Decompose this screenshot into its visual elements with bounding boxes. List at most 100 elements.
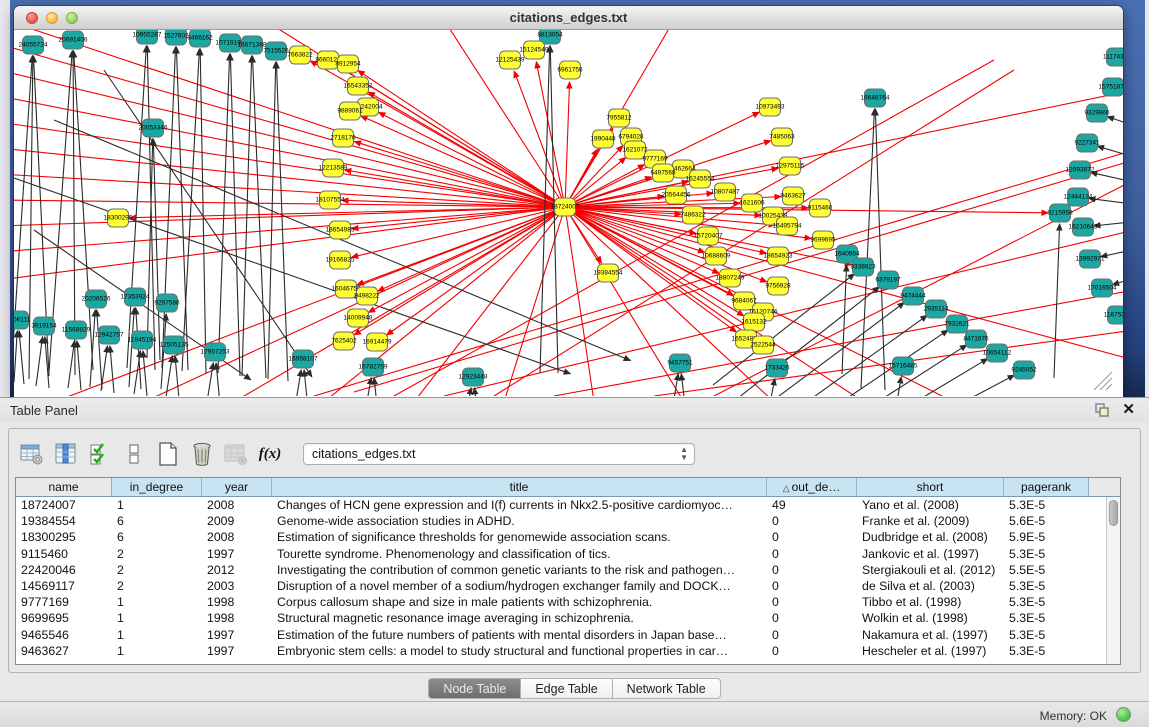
table-row[interactable]: 969969511998Structural magnetic resonanc… <box>16 610 1120 626</box>
graph-node-label: 7625402 <box>331 338 357 345</box>
graph-node-label: 18654923 <box>764 253 793 260</box>
table-row[interactable]: 946362711997Embryonic stem cells: a mode… <box>16 643 1120 659</box>
graph-edge <box>14 96 565 207</box>
tab-network-table[interactable]: Network Table <box>613 678 721 699</box>
graph-node-label: 9457751 <box>667 360 693 367</box>
cell-short: Dudbridge et al. (2008) <box>857 529 1004 545</box>
column-header-in_degree[interactable]: in_degree <box>112 478 202 496</box>
graph-node-label: 10973493 <box>756 104 785 111</box>
graph-edge <box>857 359 988 396</box>
graph-node-label: 12505135 <box>160 342 189 349</box>
table-row[interactable]: 946554611997Estimation of the future num… <box>16 627 1120 643</box>
table-row[interactable]: 911546021997Tourette syndrome. Phenomeno… <box>16 546 1120 562</box>
column-header-out_de[interactable]: △out_de… <box>767 478 857 496</box>
graph-node-label: 10807487 <box>711 189 740 196</box>
cell-in_degree: 1 <box>112 497 202 513</box>
table-row[interactable]: 1938455462009Genome-wide association stu… <box>16 513 1120 529</box>
memory-status-label: Memory: OK <box>1040 709 1107 723</box>
close-panel-icon[interactable]: ✕ <box>1122 400 1135 418</box>
node-attribute-table: namein_degreeyeartitle△out_de…shortpager… <box>15 477 1121 665</box>
sort-ascending-icon: △ <box>783 483 790 493</box>
tab-node-table[interactable]: Node Table <box>428 678 521 699</box>
cell-year: 1997 <box>202 627 272 643</box>
scrollbar-thumb[interactable] <box>1109 500 1118 526</box>
cell-in_degree: 1 <box>112 627 202 643</box>
graph-edge <box>77 341 81 390</box>
cell-name: 22420046 <box>16 562 112 578</box>
graph-edge <box>1113 272 1123 285</box>
cell-name: 18724007 <box>16 497 112 513</box>
tab-edge-table[interactable]: Edge Table <box>521 678 612 699</box>
unselect-all-icon[interactable] <box>119 440 149 468</box>
graph-node-label: 16210643 <box>1069 224 1098 231</box>
select-all-icon[interactable] <box>85 440 115 468</box>
graph-edge <box>143 351 147 396</box>
graph-edge <box>465 388 471 396</box>
trash-icon[interactable] <box>187 440 217 468</box>
table-row[interactable]: 1872400712008Changes of HCN gene express… <box>16 497 1120 513</box>
graph-node-label: 19166825 <box>326 257 355 264</box>
graph-node-label: 12213589 <box>319 165 348 172</box>
network-window-titlebar[interactable]: citations_edges.txt <box>14 6 1123 30</box>
graph-node-label: 16958107 <box>289 356 318 363</box>
graph-edge <box>565 82 570 207</box>
new-file-icon[interactable] <box>153 440 183 468</box>
table-panel-titlebar: Table Panel ✕ <box>0 398 1149 422</box>
cell-name: 14569117 <box>16 578 112 594</box>
graph-edge <box>207 363 213 396</box>
graph-node-label: 18807249 <box>716 275 745 282</box>
column-header-short[interactable]: short <box>857 478 1004 496</box>
table-row[interactable]: 1830029562008Estimation of significance … <box>16 529 1120 545</box>
citation-network-graph[interactable]: 2405572420691406109552871527602846616210… <box>14 30 1123 396</box>
graph-node-label: 1527602 <box>163 33 189 40</box>
graph-node-label: 10654112 <box>983 350 1012 357</box>
graph-node-label: 18300295 <box>104 215 133 222</box>
graph-edge <box>218 54 230 373</box>
graph-edge <box>14 44 565 207</box>
column-header-name[interactable]: name <box>16 478 112 496</box>
table-toolbar: f(x) citations_edges.txt ▲▼ <box>17 439 695 469</box>
float-panel-icon[interactable] <box>1095 403 1109 417</box>
table-row[interactable]: 1456911722003Disruption of a novel membe… <box>16 578 1120 594</box>
column-header-year[interactable]: year <box>202 478 272 496</box>
graph-node-label: 15720407 <box>694 233 723 240</box>
network-canvas[interactable]: 2405572420691406109552871527602846616210… <box>14 30 1123 396</box>
graph-node-label: 9684067 <box>731 298 757 305</box>
graph-node-label: 18107554 <box>316 197 345 204</box>
graph-edge <box>895 377 901 396</box>
graph-node-label: 9756928 <box>765 283 791 290</box>
column-header-pagerank[interactable]: pagerank <box>1004 478 1089 496</box>
graph-node-label: 16648764 <box>861 95 890 102</box>
table-type-tabs: Node TableEdge TableNetwork Table <box>0 678 1149 700</box>
graph-node-label: 24055724 <box>19 42 48 49</box>
graph-node-label: 2522544 <box>750 342 776 349</box>
resize-grip-icon[interactable] <box>1106 384 1112 390</box>
vertical-scrollbar[interactable] <box>1106 497 1120 664</box>
cell-year: 2008 <box>202 529 272 545</box>
graph-node-label: 10955287 <box>133 32 162 39</box>
graph-node-label: 17957253 <box>201 349 230 356</box>
graph-edge <box>1098 146 1123 161</box>
memory-status-indicator <box>1116 707 1131 722</box>
network-window[interactable]: citations_edges.txt 24055724206914061095… <box>14 6 1123 397</box>
network-selector-dropdown[interactable]: citations_edges.txt ▲▼ <box>303 443 695 465</box>
function-builder-icon[interactable]: f(x) <box>255 440 285 468</box>
graph-node-label: 8471676 <box>963 336 989 343</box>
graph-node-label: 9297588 <box>154 300 180 307</box>
cell-pagerank: 5.3E-5 <box>1004 594 1089 610</box>
graph-edge <box>110 346 114 393</box>
show-column-icon[interactable] <box>51 440 81 468</box>
column-settings-icon[interactable] <box>17 440 47 468</box>
resize-grip-icon[interactable] <box>1100 378 1112 390</box>
cell-short: Yano et al. (2008) <box>857 497 1004 513</box>
graph-node-label: 20564456 <box>662 192 691 199</box>
graph-node-label: 9699695 <box>810 237 836 244</box>
table-row[interactable]: 977716911998Corpus callosum shape and si… <box>16 594 1120 610</box>
table-row[interactable]: 2242004622012Investigating the contribut… <box>16 562 1120 578</box>
cell-short: Jankovic et al. (1997) <box>857 546 1004 562</box>
column-header-title[interactable]: title <box>272 478 767 496</box>
cell-in_degree: 2 <box>112 546 202 562</box>
graph-edge <box>14 148 565 207</box>
cell-out_de: 0 <box>767 513 857 529</box>
table-header-row: namein_degreeyeartitle△out_de…shortpager… <box>16 478 1120 497</box>
